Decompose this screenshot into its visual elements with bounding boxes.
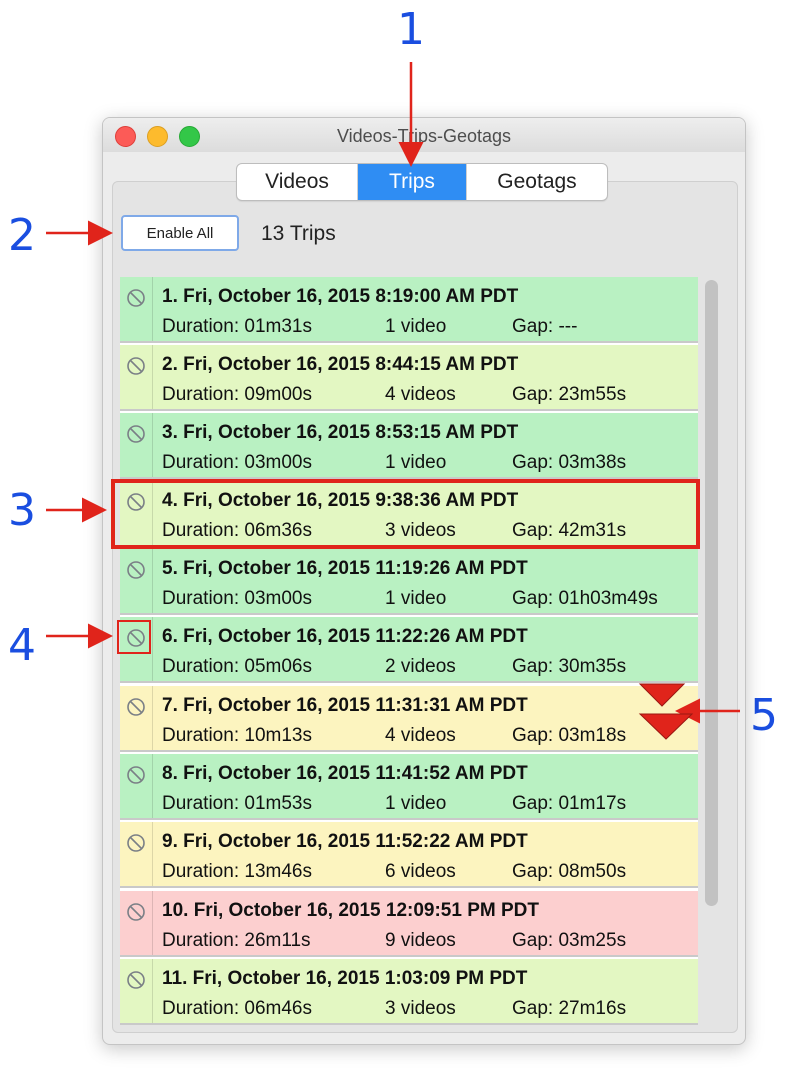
gap-marker-top-icon xyxy=(638,683,686,707)
gap-marker-bottom-icon xyxy=(638,713,694,740)
annotation-arrows xyxy=(46,62,740,740)
